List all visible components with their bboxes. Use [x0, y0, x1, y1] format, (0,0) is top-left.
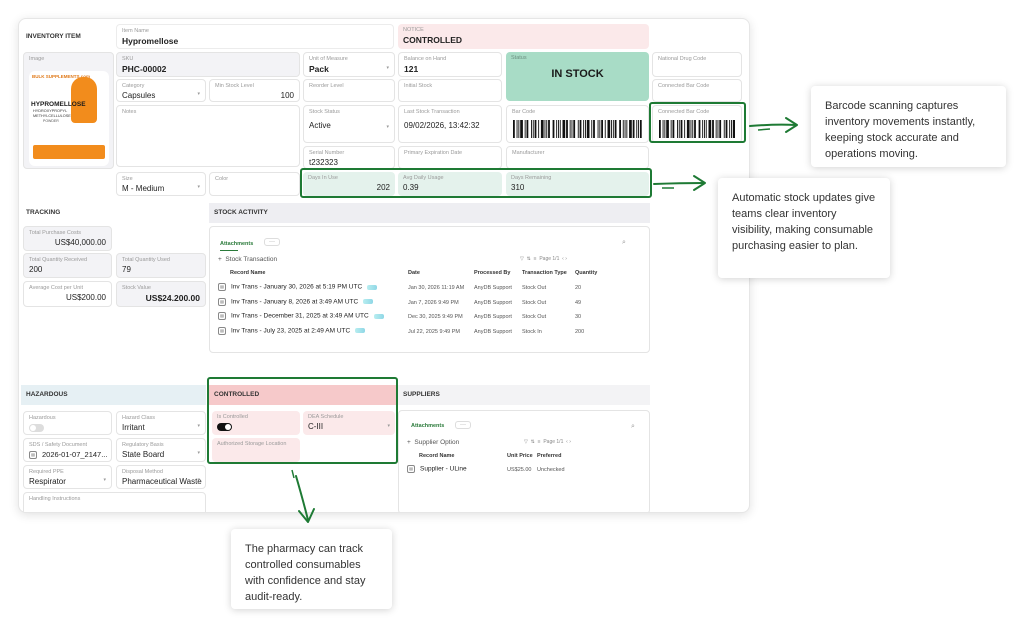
arrow-line [749, 123, 797, 127]
callout-auto-updates: Automatic stock updates give teams clear… [718, 178, 890, 278]
arrow-line [653, 182, 705, 185]
callout-barcode: Barcode scanning captures inventory move… [811, 86, 1006, 167]
callout-pharmacy: The pharmacy can track controlled consum… [231, 529, 392, 609]
